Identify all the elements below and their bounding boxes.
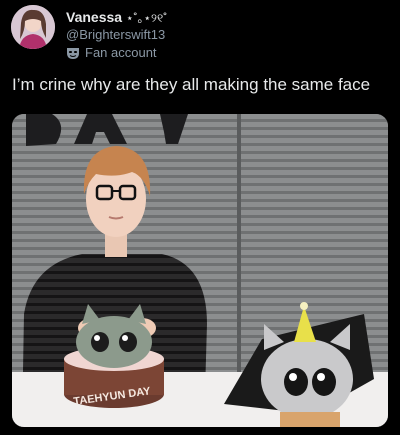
author-handle[interactable]: @Brighterswift13 <box>66 27 165 42</box>
author-display-name[interactable]: Vanessa <box>66 9 122 25</box>
author-name-decoration: ⋆˚｡⋆୨୧˚ <box>125 11 168 25</box>
account-label-text: Fan account <box>85 45 157 60</box>
author-name-row[interactable]: Vanessa ⋆˚｡⋆୨୧˚ <box>66 9 167 26</box>
account-label: Fan account <box>66 45 157 60</box>
tweet-text: I’m crine why are they all making the sa… <box>12 75 371 94</box>
avatar[interactable] <box>11 5 55 49</box>
cake-text: TAEHYUN DAY <box>73 385 152 408</box>
cake-text-overlay: TAEHYUN DAY <box>73 385 152 408</box>
tweet-media-image[interactable]: TAEHYUN DAY <box>12 114 388 427</box>
avatar-image <box>11 5 55 49</box>
mask-icon <box>67 47 79 59</box>
